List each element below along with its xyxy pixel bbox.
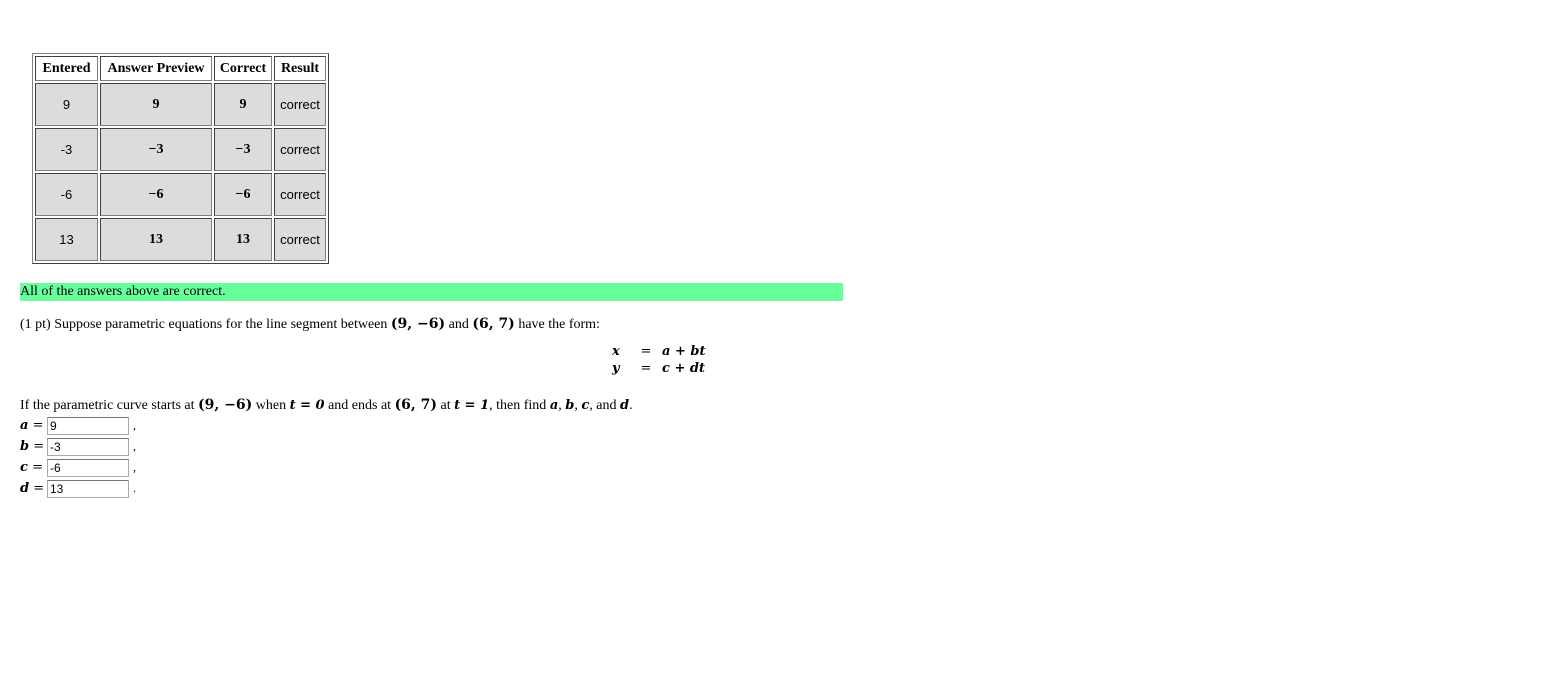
table-row: 13 13 13 correct [35,218,326,261]
condition-point-start: (9, −6) [198,397,253,413]
equation-y: y = c + dt [612,360,705,377]
comma: , [574,398,578,413]
answer-punctuation: . [133,481,136,495]
var-b: b [565,398,575,413]
condition-t-zero: t = 0 [289,398,325,413]
correct-cell: 9 [214,83,272,126]
answer-input-a[interactable] [47,416,129,435]
equation-equals: = [640,361,652,376]
correct-cell: 13 [214,218,272,261]
condition-text: If the parametric curve starts at [20,398,195,413]
and-word: and [448,317,469,332]
problem-intro: Suppose parametric equations for the lin… [54,317,388,332]
point-start: (9, −6) [390,316,446,332]
answer-input-b[interactable] [47,437,129,456]
entered-cell: 9 [35,83,98,126]
header-result: Result [274,56,326,81]
problem-condition: If the parametric curve starts at (9, −6… [20,397,633,414]
answer-row-d: d = . [20,478,136,499]
preview-cell: 9 [100,83,212,126]
correct-cell: −3 [214,128,272,171]
condition-text: and ends at [328,398,392,413]
var-d: d [619,398,630,413]
point-end: (6, 7) [472,316,515,332]
answer-label: a = [20,418,44,433]
results-header-row: Entered Answer Preview Correct Result [35,56,326,81]
condition-point-end: (6, 7) [394,397,438,413]
header-entered: Entered [35,56,98,81]
header-correct: Correct [214,56,272,81]
preview-cell: −6 [100,173,212,216]
answer-input-c[interactable] [47,458,129,477]
preview-cell: 13 [100,218,212,261]
comma: , [558,398,562,413]
equation-lhs: y [612,361,620,376]
entered-cell: -3 [35,128,98,171]
condition-text: , and [589,398,617,413]
result-cell: correct [274,173,326,216]
page: Entered Answer Preview Correct Result 9 … [0,0,1545,679]
preview-cell: −3 [100,128,212,171]
problem-intro-end: have the form: [518,317,600,332]
entered-cell: 13 [35,218,98,261]
problem-statement: (1 pt) Suppose parametric equations for … [20,316,600,333]
var-a: a [549,398,559,413]
answer-row-b: b = , [20,436,136,457]
condition-text: at [440,398,451,413]
correct-cell: −6 [214,173,272,216]
entered-cell: -6 [35,173,98,216]
parametric-equations: x = a + bt y = c + dt [612,343,705,377]
all-correct-banner: All of the answers above are correct. [20,283,843,301]
answer-label: b = [20,439,45,454]
table-row: -3 −3 −3 correct [35,128,326,171]
answer-row-a: a = , [20,415,136,436]
equation-lhs: x [612,344,620,359]
condition-t-one: t = 1 [454,398,490,413]
equation-equals: = [640,344,652,359]
answer-punctuation: , [133,439,136,453]
results-table: Entered Answer Preview Correct Result 9 … [32,53,329,264]
table-row: 9 9 9 correct [35,83,326,126]
answer-row-c: c = , [20,457,136,478]
result-cell: correct [274,128,326,171]
equation-rhs: c + dt [662,361,705,376]
problem-points: (1 pt) [20,317,51,332]
equation-rhs: a + bt [662,344,706,359]
condition-text: when [255,398,287,413]
condition-text: , then find [489,398,547,413]
header-answer-preview: Answer Preview [100,56,212,81]
table-row: -6 −6 −6 correct [35,173,326,216]
result-cell: correct [274,218,326,261]
answer-punctuation: , [133,460,136,474]
result-cell: correct [274,83,326,126]
equation-x: x = a + bt [612,343,705,360]
answer-input-d[interactable] [47,479,129,498]
period: . [629,398,633,413]
answer-label: c = [20,460,43,475]
answer-punctuation: , [133,418,136,432]
answer-label: d = [20,481,45,496]
